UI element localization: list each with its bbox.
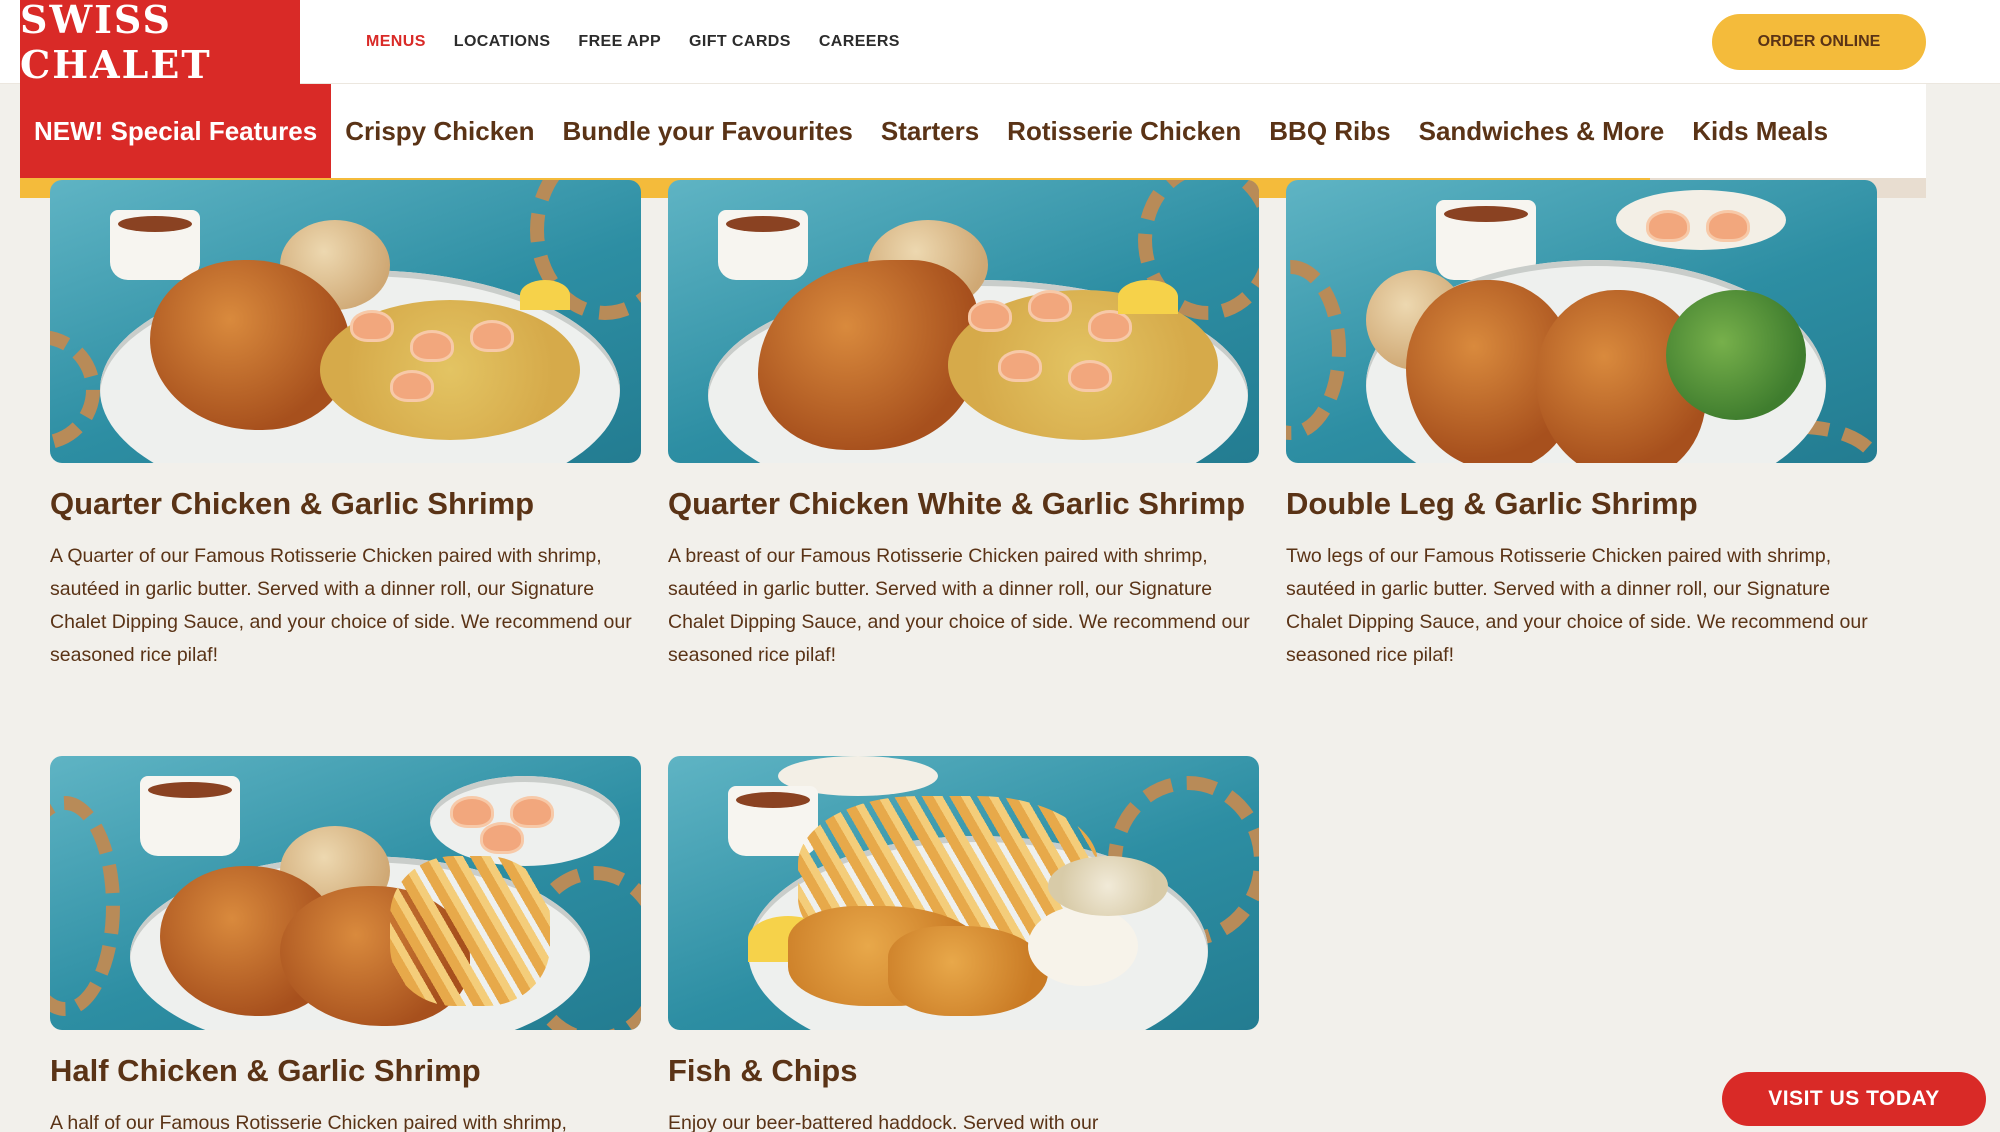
food-art-shrimp	[1706, 210, 1750, 242]
menu-item-card[interactable]: Half Chicken & Garlic Shrimp A half of o…	[50, 756, 641, 1132]
food-art-shrimp	[968, 300, 1012, 332]
menu-item-image[interactable]	[1286, 180, 1877, 463]
menu-item-card[interactable]: Quarter Chicken & Garlic Shrimp A Quarte…	[50, 180, 641, 672]
category-starters[interactable]: Starters	[867, 84, 993, 178]
nav-menus[interactable]: MENUS	[366, 33, 426, 51]
food-art-shrimp	[410, 330, 454, 362]
menu-item-card[interactable]: Quarter Chicken White & Garlic Shrimp A …	[668, 180, 1259, 672]
food-art-shrimp	[998, 350, 1042, 382]
food-art-lemon	[520, 280, 570, 310]
menu-item-description: A half of our Famous Rotisserie Chicken …	[50, 1112, 567, 1132]
site-header: SWISS CHALET MENUS LOCATIONS FREE APP GI…	[0, 0, 2000, 87]
menu-item-title[interactable]: Double Leg & Garlic Shrimp	[1286, 481, 1877, 526]
food-art-shrimp	[390, 370, 434, 402]
menu-item-title[interactable]: Quarter Chicken & Garlic Shrimp	[50, 481, 641, 526]
category-new-special-features[interactable]: NEW! Special Features	[20, 84, 332, 178]
category-kids-meals[interactable]: Kids Meals	[1678, 84, 1842, 178]
food-art-shrimp	[1088, 310, 1132, 342]
food-art-salad	[1048, 856, 1168, 916]
menu-item-title[interactable]: Fish & Chips	[668, 1048, 1259, 1093]
food-art-shrimp	[350, 310, 394, 342]
menu-item-description: Two legs of our Famous Rotisserie Chicke…	[1286, 545, 1868, 666]
food-art-shrimp	[470, 320, 514, 352]
menu-item-image[interactable]	[668, 756, 1259, 1030]
main-nav: MENUS LOCATIONS FREE APP GIFT CARDS CARE…	[366, 0, 900, 84]
nav-gift-cards[interactable]: GIFT CARDS	[689, 33, 791, 51]
swiss-chalet-logo[interactable]: SWISS CHALET	[20, 0, 300, 87]
food-art-chicken	[758, 260, 978, 450]
menu-item-title[interactable]: Half Chicken & Garlic Shrimp	[50, 1048, 641, 1093]
menu-item-title[interactable]: Quarter Chicken White & Garlic Shrimp	[668, 481, 1259, 526]
nav-careers[interactable]: CAREERS	[819, 33, 900, 51]
menu-item-image[interactable]	[50, 180, 641, 463]
menu-item-description: A breast of our Famous Rotisserie Chicke…	[668, 545, 1250, 666]
food-art-rope	[50, 330, 100, 450]
menu-item-card[interactable]: Double Leg & Garlic Shrimp Two legs of o…	[1286, 180, 1877, 672]
food-art-shrimp	[480, 822, 524, 854]
menu-item-card[interactable]: Fish & Chips Enjoy our beer-battered had…	[668, 756, 1259, 1132]
nav-locations[interactable]: LOCATIONS	[454, 33, 551, 51]
visit-us-today-button[interactable]: VISIT US TODAY	[1722, 1072, 1986, 1126]
food-art-fish	[888, 926, 1048, 1016]
food-art-salad	[1666, 290, 1806, 420]
food-art-cup	[110, 210, 200, 280]
category-bbq-ribs[interactable]: BBQ Ribs	[1255, 84, 1404, 178]
category-sandwiches-more[interactable]: Sandwiches & More	[1405, 84, 1679, 178]
food-art-rope	[1286, 260, 1346, 440]
menu-item-image[interactable]	[668, 180, 1259, 463]
food-art-bowl	[1616, 190, 1786, 250]
menu-item-description: Enjoy our beer-battered haddock. Served …	[668, 1112, 1099, 1132]
category-rotisserie-chicken[interactable]: Rotisserie Chicken	[993, 84, 1255, 178]
category-bundle-favourites[interactable]: Bundle your Favourites	[549, 84, 867, 178]
order-online-button[interactable]: ORDER ONLINE	[1712, 14, 1926, 70]
menu-item-description: A Quarter of our Famous Rotisserie Chick…	[50, 545, 632, 666]
food-art-rope	[50, 796, 120, 1016]
food-art-lemon	[1118, 280, 1178, 314]
food-art-shrimp	[450, 796, 494, 828]
food-art-shrimp	[510, 796, 554, 828]
food-art-shrimp	[1646, 210, 1690, 242]
logo-text: SWISS CHALET	[20, 0, 212, 87]
food-art-shrimp	[1068, 360, 1112, 392]
food-art-bowl	[1028, 906, 1138, 986]
food-art-shrimp	[1028, 290, 1072, 322]
nav-free-app[interactable]: FREE APP	[578, 33, 661, 51]
food-art-cup	[140, 776, 240, 856]
food-art-fries	[390, 856, 550, 1006]
menu-category-bar: NEW! Special Features Crispy Chicken Bun…	[20, 84, 1926, 178]
category-crispy-chicken[interactable]: Crispy Chicken	[331, 84, 548, 178]
food-art-cup	[718, 210, 808, 280]
menu-item-image[interactable]	[50, 756, 641, 1030]
